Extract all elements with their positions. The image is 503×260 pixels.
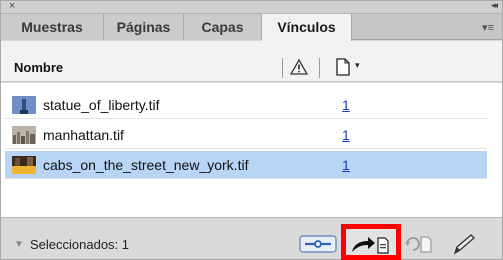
links-panel: × ◂◂ Muestras Páginas Capas Vínculos ▾≡ … <box>0 0 503 260</box>
statue-thumbnail-icon <box>12 96 36 114</box>
page-number-link[interactable]: 1 <box>342 157 350 173</box>
link-row[interactable]: manhattan.tif 1 <box>5 121 487 149</box>
skyline-thumbnail-icon <box>12 126 36 144</box>
close-icon[interactable]: × <box>9 0 15 12</box>
header-spacer <box>1 41 502 55</box>
street-thumbnail-icon <box>12 156 36 174</box>
page-number-link[interactable]: 1 <box>342 97 350 113</box>
tab-vinculos[interactable]: Vínculos <box>262 14 352 41</box>
page-number-link[interactable]: 1 <box>342 127 350 143</box>
disclosure-triangle-icon[interactable]: ▼ <box>14 239 24 250</box>
panel-tabs: Muestras Páginas Capas Vínculos ▾≡ <box>1 14 502 41</box>
selection-count: Seleccionados: 1 <box>30 237 130 252</box>
page-icon[interactable] <box>336 58 350 76</box>
chevron-down-icon[interactable]: ▾ <box>355 60 360 71</box>
column-divider <box>282 58 283 78</box>
link-filename: statue_of_liberty.tif <box>43 97 160 113</box>
edit-original-icon[interactable] <box>451 232 477 256</box>
panel-menu-icon[interactable]: ▾≡ <box>482 21 494 34</box>
relink-from-cc-icon[interactable] <box>299 232 337 256</box>
link-filename: cabs_on_the_street_new_york.tif <box>43 157 249 173</box>
tab-paginas[interactable]: Páginas <box>104 14 184 40</box>
link-row[interactable]: statue_of_liberty.tif 1 <box>5 91 487 119</box>
links-list: statue_of_liberty.tif 1 manhattan.tif 1 <box>1 83 502 217</box>
tab-capas[interactable]: Capas <box>184 14 262 40</box>
collapse-icon[interactable]: ◂◂ <box>491 0 498 11</box>
column-name-label[interactable]: Nombre <box>14 60 63 75</box>
tab-muestras[interactable]: Muestras <box>1 14 104 40</box>
update-link-icon[interactable] <box>403 232 435 256</box>
warning-icon[interactable] <box>290 58 308 76</box>
go-to-link-icon[interactable] <box>348 232 392 256</box>
column-divider <box>319 58 320 78</box>
links-column-header: Nombre ▾ <box>1 54 502 82</box>
link-filename: manhattan.tif <box>43 127 124 143</box>
panel-titlebar: × ◂◂ <box>1 0 502 14</box>
link-row[interactable]: cabs_on_the_street_new_york.tif 1 <box>5 151 487 179</box>
panel-footer: ▼ Seleccionados: 1 <box>1 217 502 260</box>
